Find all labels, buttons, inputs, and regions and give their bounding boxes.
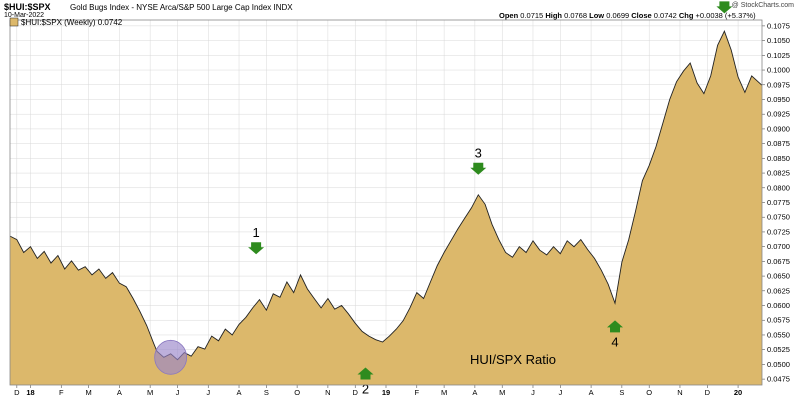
x-axis: D 18 F M A M J J A S O N D 19 F M A M J J A S O N D 20 — [14, 385, 742, 397]
x-tick-label: J — [531, 388, 535, 397]
annotation-arrow — [248, 242, 265, 255]
x-tick-label: N — [677, 388, 682, 397]
y-tick-label: 0.0800 — [767, 183, 790, 192]
annotation-label: 3 — [475, 146, 482, 161]
y-tick-label: 0.0525 — [767, 345, 790, 354]
y-tick-label: 0.0850 — [767, 154, 790, 163]
y-tick-label: 0.0725 — [767, 227, 790, 236]
y-tick-label: 0.0575 — [767, 316, 790, 325]
y-tick-label: 0.1000 — [767, 66, 790, 75]
x-tick-label: 19 — [382, 388, 390, 397]
x-tick-label: J — [206, 388, 210, 397]
x-tick-label: S — [264, 388, 269, 397]
y-tick-label: 0.0750 — [767, 213, 790, 222]
y-tick-label: 0.0900 — [767, 124, 790, 133]
y-tick-label: 0.0700 — [767, 242, 790, 251]
annotation-label: 4 — [611, 334, 618, 349]
y-tick-label: 0.0500 — [767, 360, 790, 369]
y-tick-label: 0.1075 — [767, 21, 790, 30]
y-tick-label: 0.0975 — [767, 80, 790, 89]
x-tick-label: 20 — [734, 388, 742, 397]
chart-title: HUI/SPX Ratio — [470, 352, 556, 367]
x-tick-label: J — [558, 388, 562, 397]
y-tick-label: 0.0825 — [767, 169, 790, 178]
x-tick-label: O — [294, 388, 300, 397]
y-tick-label: 0.1050 — [767, 36, 790, 45]
x-tick-label: D — [705, 388, 711, 397]
x-tick-label: A — [589, 388, 594, 397]
y-tick-label: 0.0475 — [767, 375, 790, 384]
y-tick-label: 0.0600 — [767, 301, 790, 310]
legend-text: $HUI:$SPX (Weekly) 0.0742 — [21, 18, 123, 27]
y-tick-label: 0.0675 — [767, 257, 790, 266]
x-tick-label: A — [472, 388, 477, 397]
x-tick-label: D — [14, 388, 20, 397]
x-tick-label: M — [147, 388, 153, 397]
x-tick-label: O — [646, 388, 652, 397]
annotation-arrow — [716, 1, 733, 14]
annotation-label: 1 — [252, 225, 259, 240]
x-tick-label: D — [353, 388, 359, 397]
y-tick-label: 0.0925 — [767, 110, 790, 119]
y-tick-label: 0.0950 — [767, 95, 790, 104]
x-tick-label: A — [237, 388, 242, 397]
annotation-label: 2 — [362, 381, 369, 396]
ratio-chart: 0.0475 0.0500 0.0525 0.0550 0.0575 0.0600 0.06… — [9, 1, 790, 397]
x-tick-label: 18 — [26, 388, 34, 397]
x-tick-label: J — [176, 388, 180, 397]
y-tick-label: 0.0875 — [767, 139, 790, 148]
x-tick-label: F — [414, 388, 419, 397]
y-tick-label: 0.0650 — [767, 272, 790, 281]
x-tick-label: F — [59, 388, 64, 397]
y-tick-label: 0.0625 — [767, 286, 790, 295]
y-tick-label: 0.1025 — [767, 51, 790, 60]
x-tick-label: M — [85, 388, 91, 397]
x-tick-label: N — [325, 388, 330, 397]
support-circle — [154, 339, 188, 375]
legend-swatch — [9, 17, 19, 27]
y-axis: 0.0475 0.0500 0.0525 0.0550 0.0575 0.0600 0.06… — [762, 21, 790, 384]
y-tick-label: 0.0550 — [767, 330, 790, 339]
x-tick-label: M — [441, 388, 447, 397]
x-tick-label: A — [117, 388, 122, 397]
x-tick-label: S — [619, 388, 624, 397]
x-tick-label: M — [499, 388, 505, 397]
y-tick-label: 0.0775 — [767, 198, 790, 207]
